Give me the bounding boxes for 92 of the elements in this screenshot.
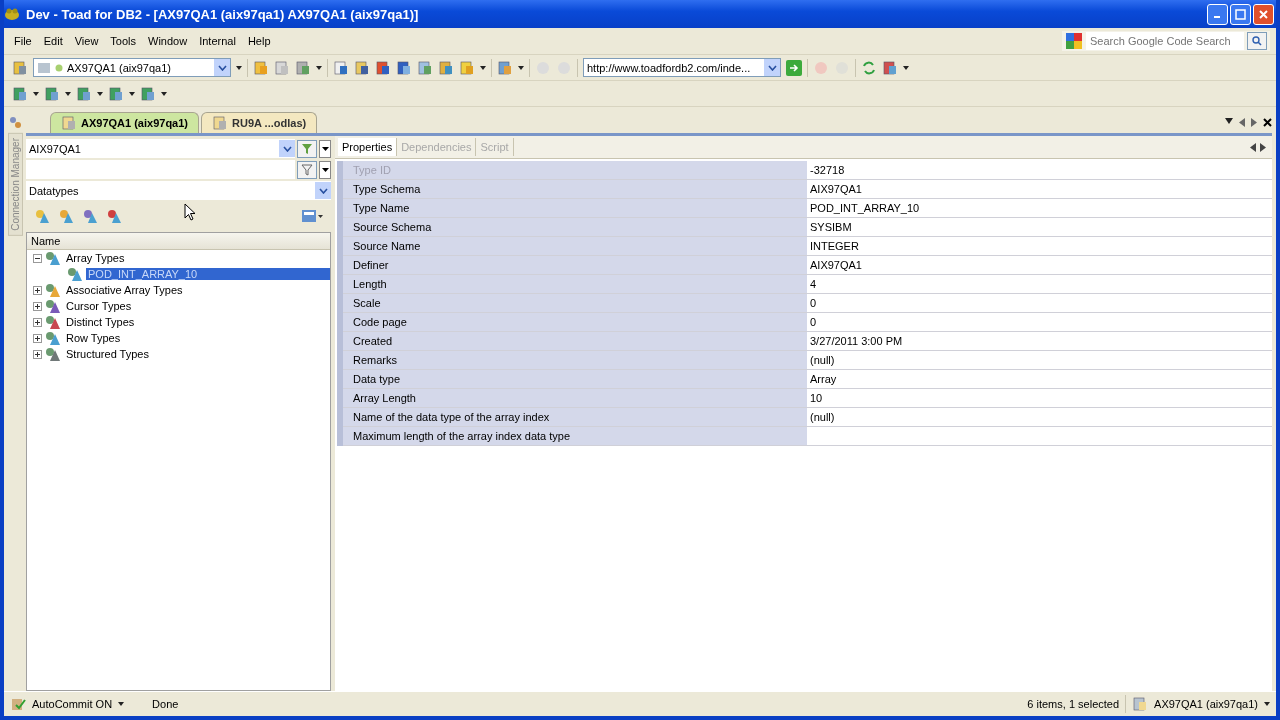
datatype-action-icon[interactable] (82, 208, 98, 224)
filter-icon[interactable] (301, 163, 313, 176)
refresh-icon[interactable] (861, 59, 877, 76)
scroll-right-icon[interactable] (1251, 117, 1257, 127)
window-title: Dev - Toad for DB2 - [AX97QA1 (aix97qa1) AX97QA1 (aix97qa1)] (26, 6, 419, 22)
expand-icon[interactable] (33, 317, 42, 327)
scroll-left-icon[interactable] (1239, 117, 1245, 127)
menu-item[interactable]: Window (144, 33, 192, 49)
minimize-button[interactable] (1207, 3, 1228, 25)
datatype-icon (45, 283, 61, 297)
scroll-left-icon[interactable] (1250, 142, 1256, 152)
property-name: Length (343, 275, 807, 294)
caret-icon[interactable] (316, 65, 322, 70)
maximize-icon[interactable] (1235, 8, 1246, 20)
menu-item[interactable]: File (10, 33, 36, 49)
filter-icon[interactable] (301, 142, 313, 155)
tree-item[interactable]: Cursor Types (64, 300, 134, 312)
tree-item[interactable]: POD_INT_ARRAY_10 (86, 268, 330, 280)
menu-item[interactable]: Edit (39, 33, 67, 49)
property-name: Created (343, 332, 807, 351)
property-name: Definer (343, 256, 807, 275)
selection-summary: 6 items, 1 selected (1027, 698, 1120, 710)
filter-field[interactable] (26, 160, 295, 179)
tree-item[interactable]: Associative Array Types (64, 284, 185, 296)
connection-dropdown[interactable]: AX97QA1 (aix97qa1) (33, 58, 231, 77)
maximize-button[interactable] (1230, 3, 1251, 25)
caret-icon[interactable] (1264, 702, 1270, 706)
commit-icon (10, 696, 26, 712)
datatype-icon (45, 331, 61, 345)
tree-item[interactable]: Structured Types (64, 348, 151, 360)
document-tab[interactable]: RU9A ...odlas) (201, 112, 318, 133)
menu-item[interactable]: Internal (195, 33, 240, 49)
status-text: Done (152, 698, 179, 710)
google-logo-icon (1065, 32, 1083, 50)
caret-icon[interactable] (518, 65, 524, 70)
view-options-icon[interactable] (301, 209, 323, 223)
property-name: Array Length (343, 389, 807, 408)
menu-item[interactable]: Tools (106, 33, 141, 49)
datatype-icon (67, 267, 83, 281)
schema-dropdown[interactable]: AIX97QA1 (26, 139, 295, 158)
caret-icon[interactable] (33, 91, 39, 96)
datatype-action-icon[interactable] (106, 208, 122, 224)
caret-icon[interactable] (97, 91, 103, 96)
property-name: Source Schema (343, 218, 807, 237)
property-name: Type Name (343, 199, 807, 218)
property-name: Code page (343, 313, 807, 332)
datatype-icon (45, 347, 61, 361)
tree-item[interactable]: Row Types (64, 332, 123, 344)
column-header[interactable]: Name (27, 233, 330, 250)
caret-icon[interactable] (236, 65, 242, 70)
caret-icon[interactable] (118, 702, 125, 706)
property-name: Type Schema (343, 180, 807, 199)
property-name: Type ID (343, 161, 807, 180)
caret-icon[interactable] (903, 65, 909, 70)
caret-icon[interactable] (65, 91, 71, 96)
mouse-pointer-icon (184, 203, 196, 221)
document-tab[interactable]: AX97QA1 (aix97qa1) (50, 112, 199, 133)
tree-item[interactable]: Distinct Types (64, 316, 137, 328)
datatype-icon (45, 315, 61, 329)
caret-icon[interactable] (129, 91, 135, 96)
connection-status-dropdown[interactable]: AX97QA1 (aix97qa1) (1154, 698, 1258, 710)
menu-item[interactable]: Help (243, 33, 275, 49)
menu-item[interactable]: View (70, 33, 103, 49)
close-icon[interactable] (1263, 117, 1272, 127)
close-button[interactable] (1253, 3, 1274, 25)
expand-icon[interactable] (33, 301, 42, 311)
object-type-dropdown[interactable]: Datatypes (26, 181, 331, 200)
property-name: Maximum length of the array index data type (343, 427, 807, 446)
collapse-icon[interactable] (33, 253, 42, 263)
caret-icon[interactable] (161, 91, 167, 96)
app-logo-icon (4, 6, 20, 22)
property-name: Source Name (343, 237, 807, 256)
scroll-right-icon[interactable] (1260, 142, 1266, 152)
property-name: Data type (343, 370, 807, 389)
search-field[interactable]: Search Google Code Search (1086, 32, 1244, 50)
property-name: Remarks (343, 351, 807, 370)
properties-tab[interactable]: Properties (338, 138, 398, 156)
search-icon[interactable] (1252, 36, 1262, 46)
caret-icon[interactable] (480, 65, 486, 70)
expand-icon[interactable] (33, 285, 42, 295)
expand-icon[interactable] (33, 333, 42, 343)
search-button[interactable] (1247, 32, 1267, 50)
datatype-icon (45, 251, 61, 265)
url-field[interactable]: http://www.toadfordb2.com/inde... (583, 58, 781, 77)
property-name: Scale (343, 294, 807, 313)
tree-item[interactable]: Array Types (64, 252, 127, 264)
property-name: Name of the data type of the array index (343, 408, 807, 427)
datatype-icon (45, 299, 61, 313)
autocommit-dropdown[interactable]: AutoCommit ON (32, 698, 113, 710)
expand-icon[interactable] (33, 349, 42, 359)
status-dot-icon (55, 63, 63, 72)
tab-list-icon[interactable] (1225, 117, 1233, 124)
